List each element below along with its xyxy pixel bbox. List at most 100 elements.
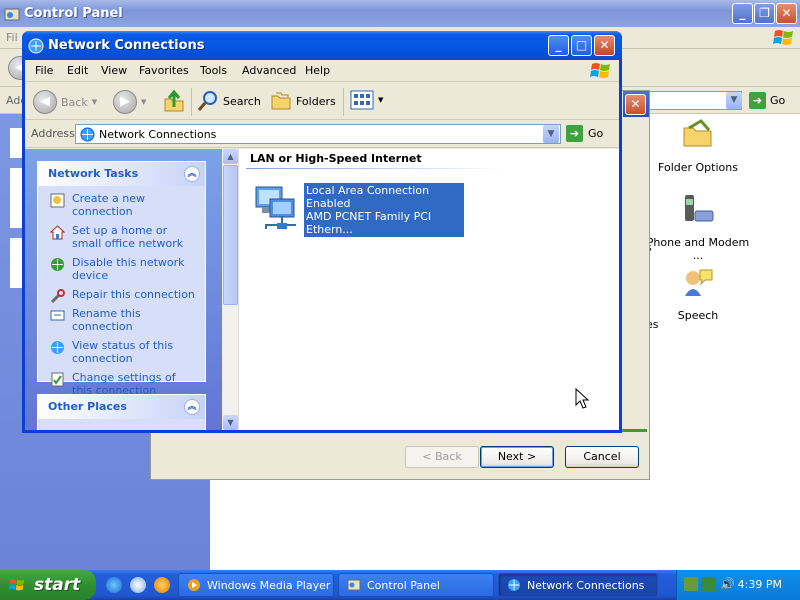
windows-logo-icon [8,578,25,591]
views-icon [350,90,374,110]
up-folder-icon[interactable] [163,89,185,113]
task-disable-network-device[interactable]: Disable this network device [38,254,205,286]
control-panel-menu-file[interactable]: Fil [6,31,18,44]
other-places-panel: Other Places ︽ [37,394,206,430]
scroll-thumb[interactable] [223,165,238,305]
connection-status: Enabled [306,197,351,210]
control-panel-go-button[interactable]: ➔ Go [749,92,785,109]
folder-options-label: Folder Options [658,161,738,174]
views-dropdown-icon: ▼ [378,96,384,104]
search-label: Search [223,94,261,108]
vertical-scrollbar[interactable]: ▲ ▼ [222,149,239,430]
tray-security-icon[interactable] [702,577,716,591]
taskbar-windows-media-player[interactable]: Windows Media Player [178,573,334,597]
home-network-icon [50,225,65,240]
control-panel-title: Control Panel [24,6,123,21]
back-button[interactable]: ◀ Back ▼ [33,90,97,114]
outlook-express-icon[interactable] [130,577,146,593]
nc-task-pane: Network Tasks ︽ Create a new connection … [25,149,222,430]
go-button[interactable]: ➔ Go [566,125,603,142]
start-button[interactable]: start [0,570,96,600]
local-area-connection-label[interactable]: Local Area Connection Enabled AMD PCNET … [304,183,464,237]
menu-tools[interactable]: Tools [200,64,227,77]
network-connections-window: Network Connections _ □ ✕ File Edit View… [22,31,622,433]
control-panel-address-dropdown-icon[interactable]: ▼ [726,92,742,109]
windows-media-player-icon [188,579,200,591]
views-button[interactable]: ▼ [350,90,383,110]
menu-edit[interactable]: Edit [67,64,88,77]
control-panel-maximize-button[interactable]: ❐ [754,3,775,24]
task-setup-home-network[interactable]: Set up a home or small office network [38,222,205,254]
wizard-back-button[interactable]: < Back [405,446,479,468]
menu-help[interactable]: Help [305,64,330,77]
speech-label: Speech [677,309,719,322]
nc-close-button[interactable]: ✕ [594,35,615,56]
toolbar-separator [343,88,344,116]
collapse-chevron-icon[interactable]: ︽ [184,399,200,415]
address-label: Address [31,127,75,140]
nc-menubar: File Edit View Favorites Tools Advanced … [25,60,619,82]
internet-explorer-icon[interactable] [106,577,122,593]
control-panel-close-button[interactable]: ✕ [776,3,797,24]
speech-item[interactable]: Speech [643,266,753,322]
search-icon [197,91,217,111]
search-button[interactable]: Search [197,90,261,112]
task-label: View status of this connection [72,339,174,365]
taskbar-button-label: Windows Media Player [207,578,331,592]
wizard-cancel-button[interactable]: Cancel [565,446,639,468]
task-repair-connection[interactable]: Repair this connection [38,286,205,305]
forward-dropdown-icon[interactable]: ▼ [141,98,146,106]
task-label: Repair this connection [72,288,195,301]
task-rename-connection[interactable]: Rename this connection [38,305,205,337]
taskbar-network-connections[interactable]: Network Connections [498,573,658,597]
repair-icon [50,289,65,304]
menu-file[interactable]: File [35,64,53,77]
folders-button[interactable]: Folders [270,90,336,112]
go-arrow-icon: ➔ [566,125,583,142]
scroll-down-icon[interactable]: ▼ [223,415,238,430]
media-player-quicklaunch-icon[interactable] [154,577,170,593]
group-header: LAN or High-Speed Internet [250,152,422,165]
control-panel-minimize-button[interactable]: _ [732,3,753,24]
network-tasks-title: Network Tasks [48,167,139,180]
forward-arrow-icon: ▶ [113,90,137,114]
address-input[interactable]: Network Connections [75,124,561,144]
task-label: Create a new connection [72,192,146,218]
nc-address-bar: Address Network Connections ▼ ➔ Go [25,120,619,148]
system-tray: 🔊 4:39 PM [676,570,800,600]
wizard-progress-line [621,429,647,432]
task-create-new-connection[interactable]: Create a new connection [38,190,205,222]
network-tasks-header[interactable]: Network Tasks ︽ [38,162,205,186]
control-panel-titlebar[interactable]: Control Panel _ ❐ ✕ [0,0,800,27]
wizard-close-button[interactable]: ✕ [625,94,646,115]
menu-advanced[interactable]: Advanced [242,64,296,77]
rename-icon [50,310,65,321]
back-arrow-icon: ◀ [33,90,57,114]
scroll-up-icon[interactable]: ▲ [223,149,238,164]
other-places-header[interactable]: Other Places ︽ [38,395,205,419]
nc-maximize-button[interactable]: □ [571,35,592,56]
address-value: Network Connections [99,127,217,141]
menu-favorites[interactable]: Favorites [139,64,189,77]
go-label: Go [588,127,604,140]
tray-volume-icon[interactable]: 🔊 [720,577,735,591]
wizard-next-button[interactable]: Next > [480,446,554,468]
control-panel-icon [347,579,361,591]
menu-view[interactable]: View [101,64,127,77]
folder-options-item[interactable]: Folder Options [643,118,753,174]
tray-network-icon[interactable] [684,577,698,591]
address-dropdown-icon[interactable]: ▼ [543,125,559,143]
back-dropdown-icon[interactable]: ▼ [92,98,97,106]
forward-button[interactable]: ▶ ▼ [113,90,146,114]
taskbar-control-panel[interactable]: Control Panel [338,573,494,597]
task-view-status[interactable]: View status of this connection [38,337,205,369]
folders-label: Folders [296,94,336,108]
local-area-connection-icon[interactable] [252,183,300,233]
network-tasks-panel: Network Tasks ︽ Create a new connection … [37,161,206,397]
nc-minimize-button[interactable]: _ [548,35,569,56]
folder-options-icon [683,119,712,147]
phone-modem-icon [685,195,714,222]
network-connections-titlebar[interactable]: Network Connections _ □ ✕ [22,31,622,60]
phone-and-modem-item[interactable]: Phone and Modem ... [643,193,753,262]
collapse-chevron-icon[interactable]: ︽ [184,166,200,182]
